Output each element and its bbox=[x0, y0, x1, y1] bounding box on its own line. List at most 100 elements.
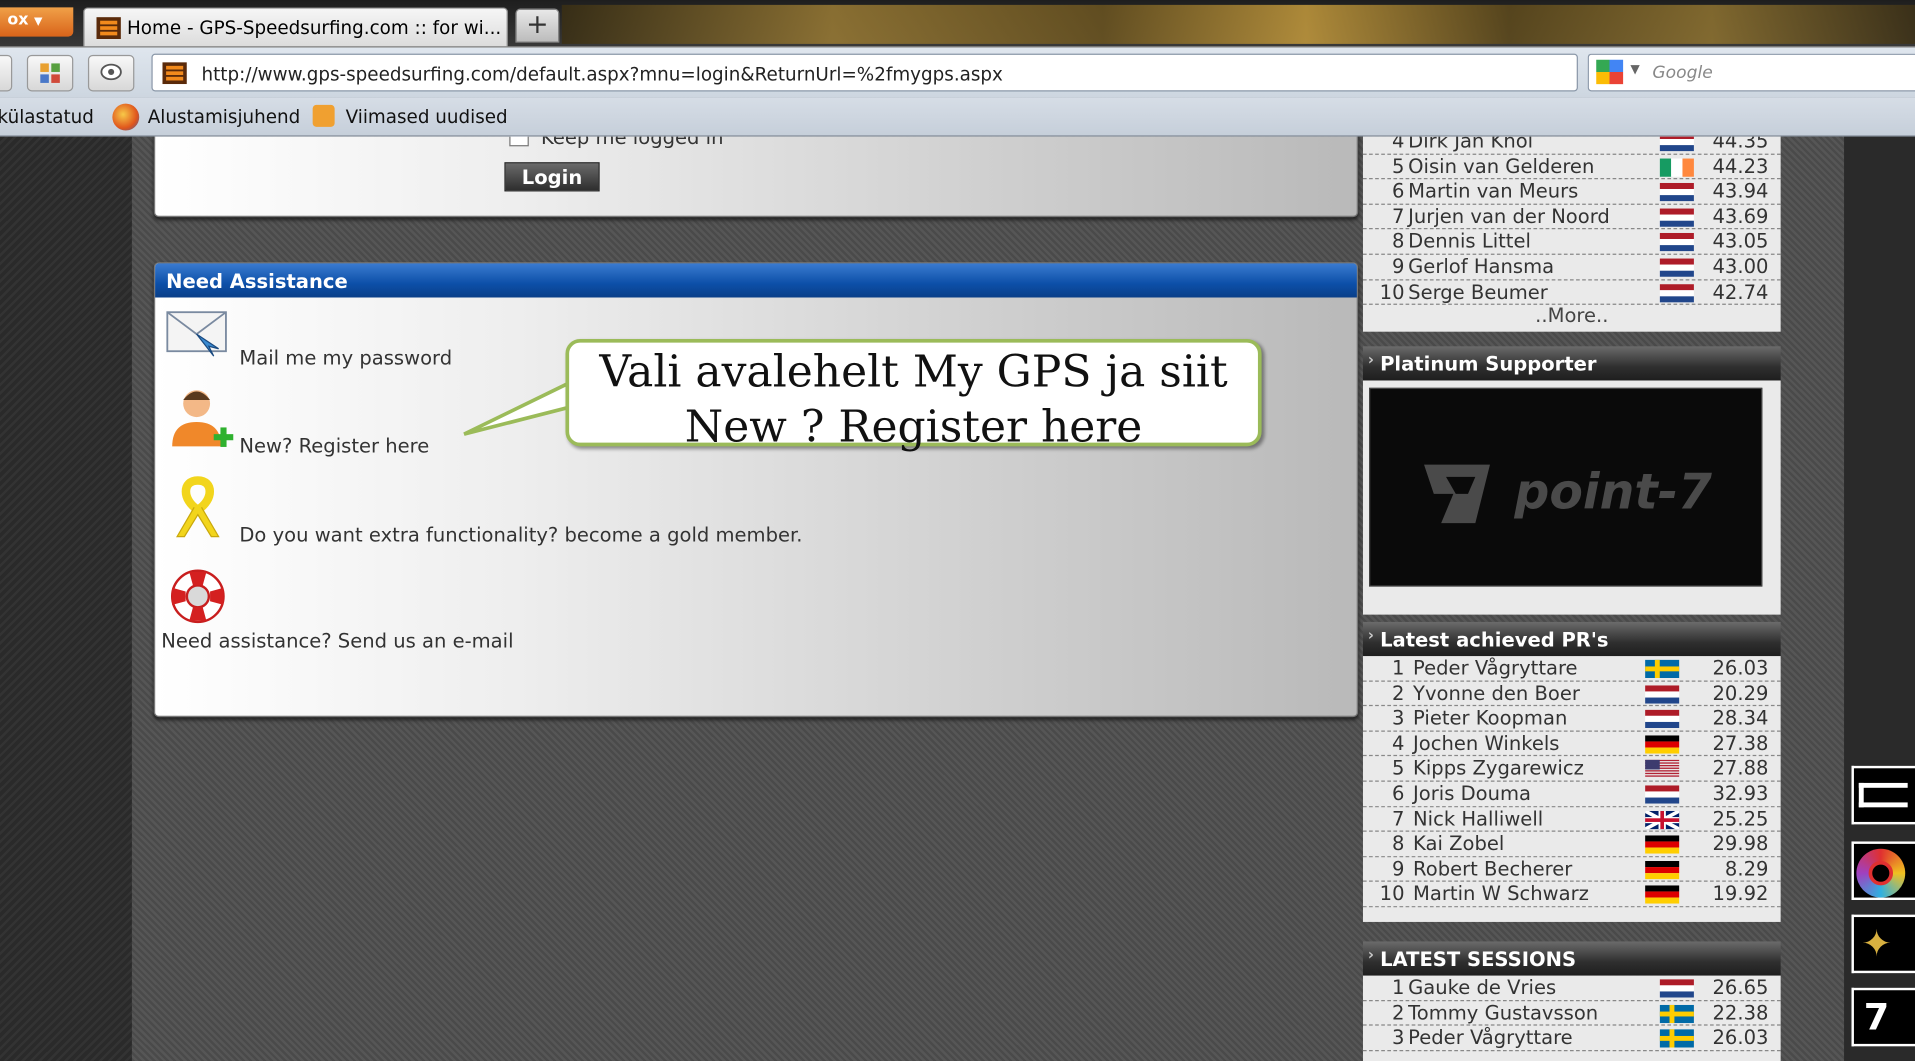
point7-sponsor-ad[interactable]: point-7 bbox=[1369, 387, 1763, 587]
table-row[interactable]: 3 Peder Vågryttare 26.03 bbox=[1362, 1025, 1781, 1051]
email-support-link[interactable]: Need assistance? Send us an e-mail bbox=[161, 629, 513, 652]
table-row[interactable]: 1 Peder Vågryttare 26.03 bbox=[1362, 656, 1781, 682]
login-button[interactable]: Login bbox=[504, 162, 600, 192]
web-page: Keep me logged in Login Need Assistance … bbox=[0, 136, 1915, 1061]
chevron-down-icon[interactable]: ▼ bbox=[1630, 63, 1639, 76]
table-row[interactable]: 5 Kipps Zygarewicz 27.88 bbox=[1362, 756, 1781, 782]
table-row[interactable]: 10 Serge Beumer 42.74 bbox=[1362, 279, 1781, 305]
table-row[interactable]: 5 Oisin van Gelderen 44.23 bbox=[1362, 154, 1781, 180]
table-row[interactable]: 8 Dennis Littel 43.05 bbox=[1362, 229, 1781, 255]
sailor-name[interactable]: Martin van Meurs bbox=[1408, 179, 1578, 202]
bookmark-most-visited[interactable]: külastatud bbox=[0, 106, 94, 128]
more-link[interactable]: ..More.. bbox=[1363, 304, 1781, 327]
speed-value: 44.23 bbox=[1712, 154, 1769, 178]
sponsor-ring-icon[interactable] bbox=[1851, 841, 1915, 900]
gold-member-link[interactable]: Do you want extra functionality? become … bbox=[239, 523, 802, 546]
bookmarks-bar: külastatud Alustamisjuhend Viimased uudi… bbox=[0, 97, 1915, 137]
speed-value: 29.98 bbox=[1712, 831, 1769, 856]
sailor-name[interactable]: Nick Halliwell bbox=[1413, 807, 1543, 830]
sailor-name[interactable]: Martin W Schwarz bbox=[1413, 882, 1589, 905]
sponsor-ce-icon[interactable] bbox=[1851, 765, 1915, 825]
latest-sessions-header: LATEST SESSIONS bbox=[1362, 941, 1781, 976]
table-row[interactable]: 2 Tommy Gustavsson 22.38 bbox=[1362, 1000, 1781, 1026]
bookmark-latest-news[interactable]: Viimased uudised bbox=[346, 106, 508, 128]
flag-nl-icon bbox=[1645, 684, 1680, 704]
sailor-name[interactable]: Pieter Koopman bbox=[1413, 706, 1567, 729]
table-row[interactable]: 4 Dirk Jan Knol 44.35 bbox=[1362, 136, 1781, 155]
sailor-name[interactable]: Yvonne den Boer bbox=[1413, 681, 1580, 704]
new-tab-button[interactable]: + bbox=[515, 8, 560, 43]
table-row[interactable]: 10 Martin W Schwarz 19.92 bbox=[1362, 882, 1781, 908]
sailor-name[interactable]: Tommy Gustavsson bbox=[1408, 1001, 1598, 1024]
flag-nl-icon bbox=[1659, 136, 1694, 152]
sailor-name[interactable]: Serge Beumer bbox=[1408, 280, 1548, 303]
address-bar[interactable]: http://www.gps-speedsurfing.com/default.… bbox=[151, 53, 1721, 92]
table-row[interactable]: 7 Jurjen van der Noord 43.69 bbox=[1362, 204, 1781, 230]
firefox-menu-label: ox bbox=[7, 10, 29, 30]
keep-logged-in-checkbox[interactable] bbox=[509, 136, 529, 147]
sailor-name[interactable]: Peder Vågryttare bbox=[1408, 1026, 1573, 1049]
speed-value: 19.92 bbox=[1712, 882, 1769, 906]
assistance-header: Need Assistance bbox=[155, 263, 1357, 298]
sailor-name[interactable]: Dirk Jan Knol bbox=[1408, 137, 1533, 153]
flag-se-icon bbox=[1659, 1029, 1694, 1048]
rank-cell: 4 bbox=[1392, 136, 1405, 153]
rank-cell: 10 bbox=[1379, 279, 1405, 304]
sailor-name[interactable]: Oisin van Gelderen bbox=[1408, 154, 1594, 177]
table-row[interactable]: 1 Gauke de Vries 26.65 bbox=[1362, 975, 1781, 1001]
mail-icon bbox=[166, 311, 227, 357]
register-link[interactable]: New? Register here bbox=[239, 434, 429, 457]
feedback-button[interactable] bbox=[87, 54, 135, 92]
sailor-name[interactable]: Gauke de Vries bbox=[1408, 976, 1556, 999]
table-row[interactable]: 9 Robert Becherer 8.29 bbox=[1362, 857, 1781, 883]
sailor-name[interactable]: Gerlof Hansma bbox=[1408, 255, 1554, 278]
sailor-name[interactable]: Kipps Zygarewicz bbox=[1413, 757, 1584, 780]
table-row[interactable]: 6 Joris Douma 32.93 bbox=[1362, 782, 1781, 807]
table-row[interactable]: 9 Gerlof Hansma 43.00 bbox=[1362, 255, 1781, 280]
flag-de-icon bbox=[1645, 735, 1680, 754]
sailor-name[interactable]: Robert Becherer bbox=[1413, 857, 1572, 880]
rank-cell: 2 bbox=[1392, 1000, 1405, 1024]
table-row[interactable]: 6 Martin van Meurs 43.94 bbox=[1362, 179, 1781, 205]
speed-value: 26.03 bbox=[1712, 1025, 1769, 1049]
keep-logged-in-option[interactable]: Keep me logged in bbox=[509, 136, 723, 149]
flag-nl-icon bbox=[1659, 233, 1694, 252]
firefox-icon bbox=[112, 103, 140, 131]
sailor-name[interactable]: Jurjen van der Noord bbox=[1408, 205, 1610, 228]
latest-sessions-panel: 1 Gauke de Vries 26.65 2 Tommy Gustavsson 22.… bbox=[1362, 975, 1781, 1061]
mail-password-link[interactable]: Mail me my password bbox=[239, 346, 452, 369]
flag-gb-icon bbox=[1644, 808, 1681, 831]
table-row[interactable]: 4 Jochen Winkels 27.38 bbox=[1362, 731, 1781, 757]
back-button[interactable] bbox=[0, 54, 13, 92]
firefox-menu-button[interactable]: ox ▼ bbox=[0, 7, 74, 37]
flag-nl-icon bbox=[1659, 183, 1694, 202]
rank-cell: 8 bbox=[1392, 831, 1405, 856]
flag-de-icon bbox=[1645, 885, 1680, 905]
speed-value: 26.65 bbox=[1712, 975, 1769, 999]
table-row[interactable]: 7 Nick Halliwell 25.25 bbox=[1362, 807, 1781, 832]
tab-bar: ox ▼ Home - GPS-Speedsurfing.com :: for … bbox=[0, 0, 1915, 49]
add-user-icon bbox=[172, 390, 234, 447]
tab-home[interactable]: Home - GPS-Speedsurfing.com :: for wi... bbox=[83, 7, 509, 47]
sailor-name[interactable]: Peder Vågryttare bbox=[1413, 656, 1578, 679]
search-box[interactable]: ▼ Google bbox=[1587, 53, 1915, 92]
rank-cell: 7 bbox=[1392, 204, 1405, 228]
rank-cell: 8 bbox=[1392, 229, 1405, 253]
rank-cell: 5 bbox=[1392, 756, 1405, 780]
bookmark-getting-started[interactable]: Alustamisjuhend bbox=[148, 106, 300, 128]
table-row[interactable]: 3 Pieter Koopman 28.34 bbox=[1362, 706, 1781, 732]
table-row[interactable]: 2 Yvonne den Boer 20.29 bbox=[1362, 681, 1781, 707]
site-favicon-icon bbox=[162, 62, 187, 85]
sponsor-point7-icon[interactable]: 7 bbox=[1851, 987, 1915, 1047]
flag-se-icon bbox=[1645, 659, 1680, 679]
apps-button[interactable] bbox=[26, 54, 74, 92]
grid-icon bbox=[40, 63, 60, 83]
sailor-name[interactable]: Joris Douma bbox=[1413, 782, 1531, 805]
sailor-name[interactable]: Kai Zobel bbox=[1413, 832, 1504, 855]
sailor-name[interactable]: Dennis Littel bbox=[1408, 230, 1531, 253]
sponsor-star-icon[interactable]: ✦ bbox=[1851, 914, 1915, 974]
table-row[interactable]: 8 Kai Zobel 29.98 bbox=[1362, 831, 1781, 857]
sailor-name[interactable]: Jochen Winkels bbox=[1413, 731, 1559, 754]
rank-cell: 9 bbox=[1392, 857, 1405, 881]
speed-value: 43.05 bbox=[1712, 229, 1769, 253]
